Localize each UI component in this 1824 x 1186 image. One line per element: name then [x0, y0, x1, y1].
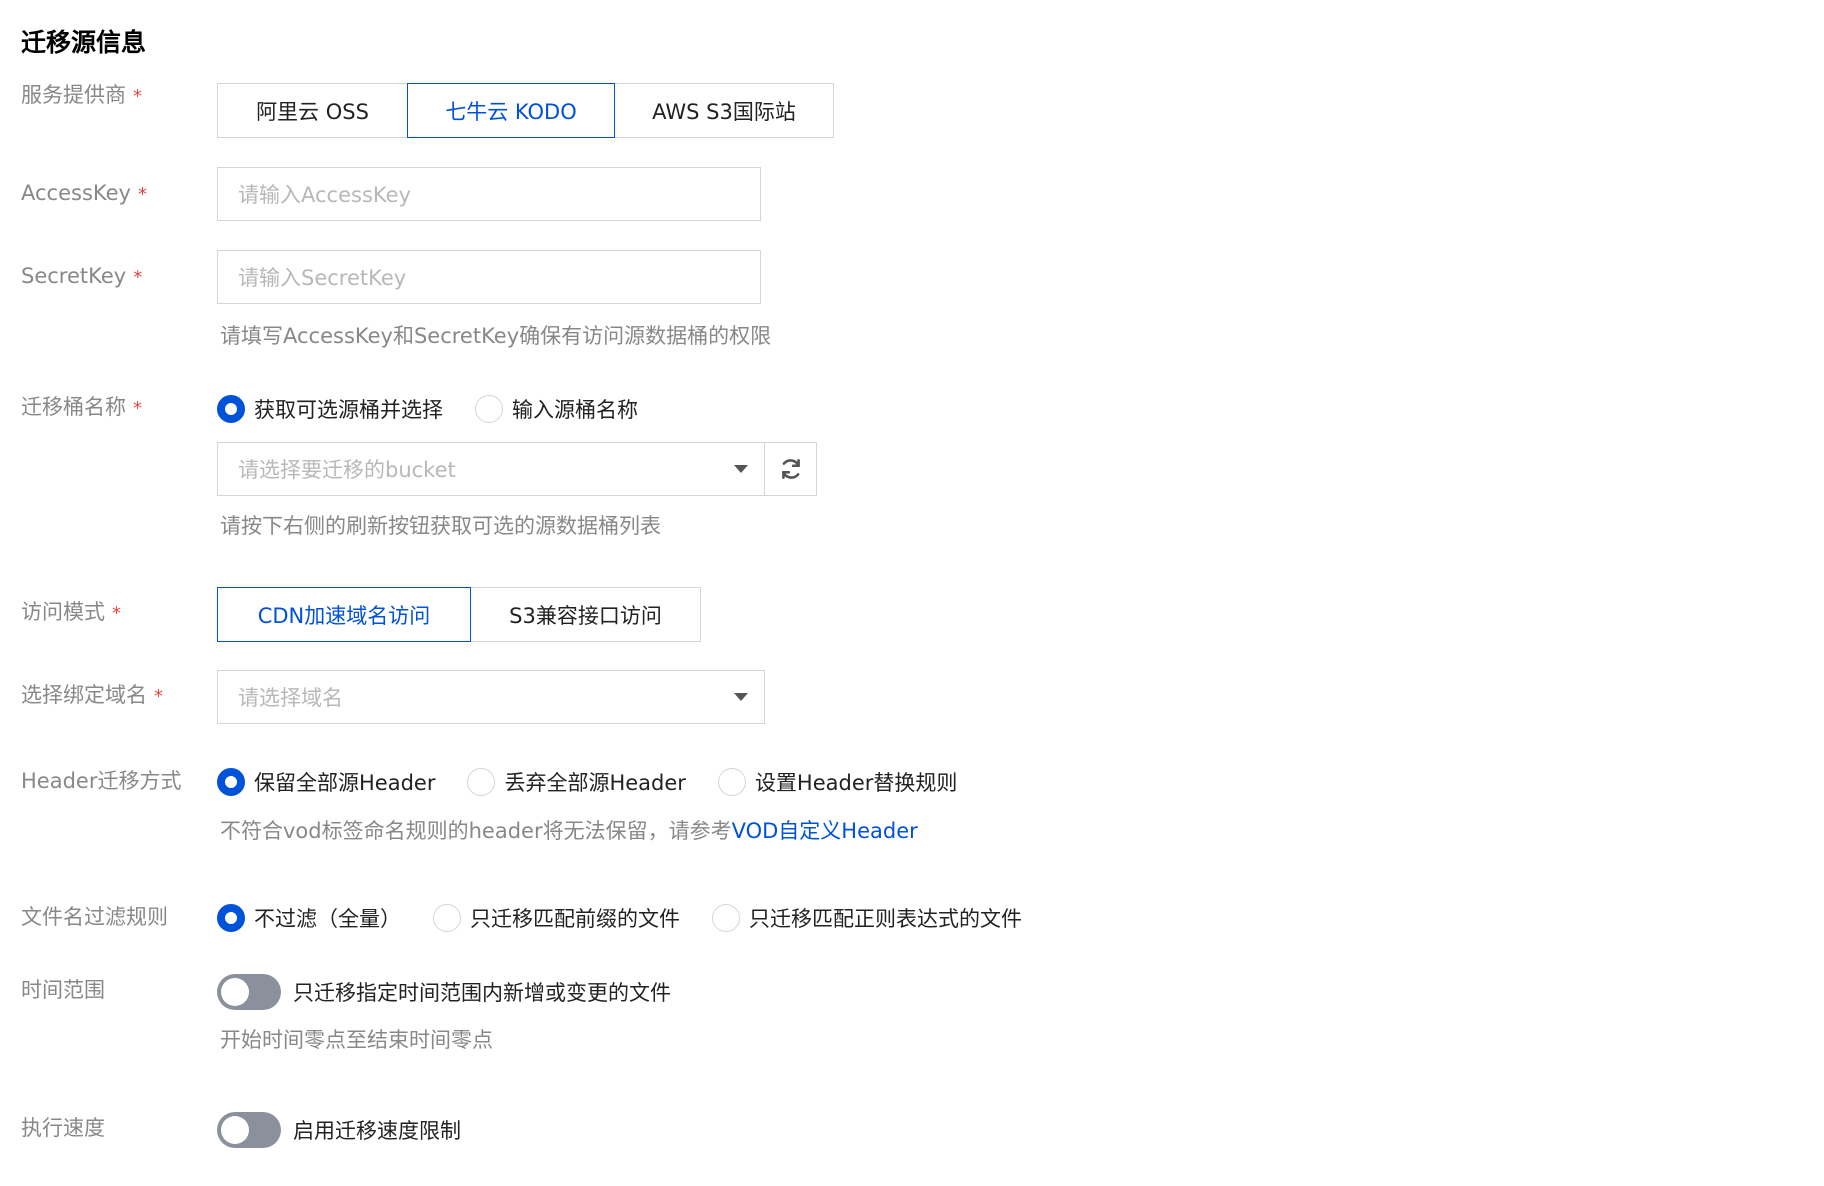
- filter-radio-none-label: 不过滤（全量）: [254, 907, 401, 931]
- chevron-down-icon: [734, 693, 748, 701]
- provider-option-qiniu[interactable]: 七牛云 KODO: [407, 83, 615, 138]
- migration-source-form: 迁移源信息 服务提供商 * 阿里云 OSS 七牛云 KODO AWS S3国际站 …: [0, 0, 1824, 1186]
- radio-unchecked-icon: [433, 904, 461, 932]
- required-mark: *: [133, 86, 142, 107]
- radio-unchecked-icon: [712, 904, 740, 932]
- filter-radio-prefix-label: 只迁移匹配前缀的文件: [470, 907, 680, 931]
- header-mode-radio-group: 保留全部源Header 丢弃全部源Header 设置Header替换规则: [217, 766, 989, 798]
- radio-unchecked-icon: [475, 395, 503, 423]
- time-range-hint: 开始时间零点至结束时间零点: [220, 1028, 493, 1052]
- access-mode-option-cdn[interactable]: CDN加速域名访问: [217, 587, 471, 642]
- provider-option-aws[interactable]: AWS S3国际站: [614, 83, 834, 138]
- provider-label: 服务提供商 *: [21, 80, 142, 112]
- speed-switch-label: 启用迁移速度限制: [293, 1119, 461, 1143]
- domain-select-placeholder: 请选择域名: [238, 686, 343, 710]
- time-range-switch[interactable]: [217, 974, 281, 1010]
- bucket-select-placeholder: 请选择要迁移的bucket: [238, 458, 456, 482]
- access-mode-label-text: 访问模式: [21, 600, 105, 624]
- bucket-radio-fetch[interactable]: 获取可选源桶并选择: [217, 394, 443, 424]
- radio-checked-icon: [217, 904, 245, 932]
- domain-select[interactable]: 请选择域名: [217, 670, 765, 724]
- secretkey-label: SecretKey *: [21, 261, 142, 293]
- time-range-label: 时间范围: [21, 978, 105, 1002]
- provider-segmented: 阿里云 OSS 七牛云 KODO AWS S3国际站: [217, 83, 834, 138]
- domain-label-text: 选择绑定域名: [21, 683, 147, 707]
- access-mode-label: 访问模式 *: [21, 597, 121, 629]
- filter-radio-regex[interactable]: 只迁移匹配正则表达式的文件: [712, 903, 1022, 933]
- bucket-radio-group: 获取可选源桶并选择 输入源桶名称: [217, 393, 670, 425]
- header-radio-keep-label: 保留全部源Header: [254, 771, 436, 795]
- header-radio-drop-label: 丢弃全部源Header: [504, 771, 686, 795]
- required-mark: *: [154, 686, 163, 707]
- access-mode-segmented: CDN加速域名访问 S3兼容接口访问: [217, 587, 701, 642]
- header-hint: 不符合vod标签命名规则的header将无法保留，请参考VOD自定义Header: [220, 816, 918, 846]
- domain-label: 选择绑定域名 *: [21, 680, 163, 712]
- provider-label-text: 服务提供商: [21, 83, 126, 107]
- required-mark: *: [112, 603, 121, 624]
- secretkey-label-text: SecretKey: [21, 264, 127, 288]
- provider-option-aliyun[interactable]: 阿里云 OSS: [217, 83, 408, 138]
- speed-limit-switch[interactable]: [217, 1112, 281, 1148]
- required-mark: *: [137, 184, 147, 205]
- filename-filter-radio-group: 不过滤（全量） 只迁移匹配前缀的文件 只迁移匹配正则表达式的文件: [217, 902, 1054, 934]
- bucket-label-text: 迁移桶名称: [21, 395, 126, 419]
- speed-switch-row: 启用迁移速度限制: [217, 1112, 461, 1148]
- filename-filter-label: 文件名过滤规则: [21, 905, 168, 929]
- bucket-select[interactable]: 请选择要迁移的bucket: [217, 442, 765, 496]
- radio-unchecked-icon: [467, 768, 496, 796]
- radio-checked-icon: [217, 768, 245, 796]
- bucket-radio-input-label: 输入源桶名称: [512, 398, 638, 422]
- switch-knob: [221, 978, 249, 1006]
- bucket-label: 迁移桶名称 *: [21, 392, 142, 424]
- bucket-select-group: 请选择要迁移的bucket: [217, 442, 817, 496]
- required-mark: *: [133, 398, 142, 419]
- secretkey-placeholder: 请输入SecretKey: [238, 266, 407, 290]
- header-radio-drop[interactable]: 丢弃全部源Header: [467, 767, 686, 797]
- filter-radio-prefix[interactable]: 只迁移匹配前缀的文件: [433, 903, 680, 933]
- time-range-switch-row: 只迁移指定时间范围内新增或变更的文件: [217, 974, 671, 1010]
- speed-label: 执行速度: [21, 1116, 105, 1140]
- header-hint-text: 不符合vod标签命名规则的header将无法保留，请参考: [220, 819, 732, 843]
- bucket-radio-input[interactable]: 输入源桶名称: [475, 394, 638, 424]
- radio-checked-icon: [217, 395, 245, 423]
- time-range-switch-label: 只迁移指定时间范围内新增或变更的文件: [293, 981, 671, 1005]
- filter-radio-none[interactable]: 不过滤（全量）: [217, 903, 401, 933]
- switch-knob: [221, 1116, 249, 1144]
- section-title: 迁移源信息: [21, 28, 147, 57]
- header-radio-rules-label: 设置Header替换规则: [754, 771, 958, 795]
- secretkey-input[interactable]: 请输入SecretKey: [217, 250, 761, 304]
- refresh-icon: [781, 459, 800, 479]
- vod-header-link[interactable]: VOD自定义Header: [732, 819, 918, 843]
- header-radio-rules[interactable]: 设置Header替换规则: [717, 767, 958, 797]
- access-mode-option-s3[interactable]: S3兼容接口访问: [470, 587, 701, 642]
- accesskey-placeholder: 请输入AccessKey: [238, 183, 411, 207]
- bucket-radio-fetch-label: 获取可选源桶并选择: [254, 398, 443, 422]
- accesskey-label-text: AccessKey: [21, 181, 131, 205]
- accesskey-input[interactable]: 请输入AccessKey: [217, 167, 761, 221]
- refresh-button[interactable]: [764, 442, 817, 496]
- header-mode-label: Header迁移方式: [21, 769, 182, 793]
- radio-unchecked-icon: [717, 768, 746, 796]
- header-radio-keep[interactable]: 保留全部源Header: [217, 767, 435, 797]
- key-hint: 请填写AccessKey和SecretKey确保有访问源数据桶的权限: [220, 324, 772, 348]
- filter-radio-regex-label: 只迁移匹配正则表达式的文件: [749, 907, 1022, 931]
- required-mark: *: [133, 267, 143, 288]
- chevron-down-icon: [734, 465, 748, 473]
- accesskey-label: AccessKey *: [21, 178, 147, 210]
- bucket-hint: 请按下右侧的刷新按钮获取可选的源数据桶列表: [220, 514, 661, 538]
